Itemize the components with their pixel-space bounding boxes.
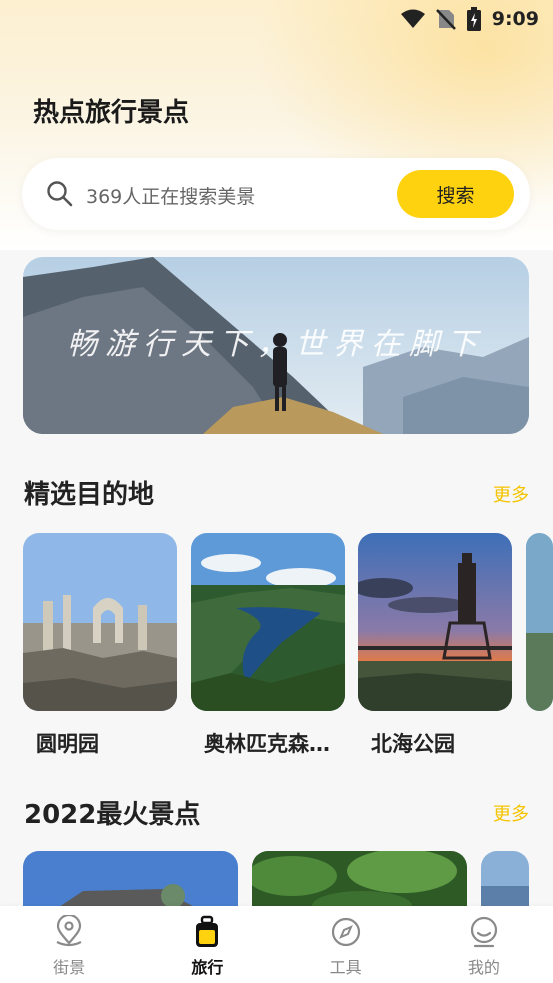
nav-label: 我的 [467, 958, 500, 977]
hot-spot-image [481, 851, 529, 911]
hot-section-title: 2022最火景点 [24, 800, 201, 830]
destination-card-olympic-forest[interactable] [191, 533, 345, 711]
search-bar[interactable]: 369人正在搜索美景 搜索 [22, 158, 530, 230]
destination-card-yuanmingyuan[interactable] [23, 533, 177, 711]
bottom-navigation: 街景 旅行 工具 我的 [0, 906, 553, 983]
hot-spot-card-partial[interactable] [481, 851, 529, 911]
compass-icon [331, 917, 360, 947]
status-time: 9:09 [491, 8, 539, 30]
featured-section-title: 精选目的地 [24, 480, 155, 510]
destination-name: 奥林匹克森林公园 [204, 732, 344, 756]
hot-spot-image [252, 851, 467, 911]
destination-card-beihai[interactable] [358, 533, 512, 711]
hot-spot-card[interactable] [23, 851, 238, 911]
status-bar: 9:09 [0, 0, 553, 38]
nav-item-streetview[interactable]: 街景 [0, 906, 138, 983]
no-sim-icon [435, 9, 456, 30]
featured-more-link[interactable]: 更多 [493, 481, 529, 507]
nav-item-tools[interactable]: 工具 [277, 906, 415, 983]
suitcase-icon [196, 915, 219, 947]
destination-image [358, 533, 512, 711]
destination-name: 北海公园 [371, 732, 455, 756]
banner-slogan: 畅游行天下，世界在脚下 [67, 327, 485, 362]
search-button[interactable]: 搜索 [397, 170, 514, 218]
hero-banner[interactable]: 畅游行天下，世界在脚下 [23, 257, 529, 434]
destination-image [23, 533, 177, 711]
destination-name: 圆明园 [36, 732, 99, 756]
destination-card-partial[interactable] [526, 533, 553, 711]
nav-label: 工具 [329, 958, 362, 977]
nav-item-travel[interactable]: 旅行 [138, 906, 276, 983]
page-title: 热点旅行景点 [33, 98, 190, 128]
nav-label: 街景 [53, 958, 86, 977]
hot-spot-image [23, 851, 238, 911]
search-icon [47, 181, 73, 207]
hot-spot-card[interactable] [252, 851, 467, 911]
battery-charging-icon [466, 7, 481, 31]
profile-icon [470, 916, 497, 948]
destination-image [191, 533, 345, 711]
destination-image [526, 533, 553, 711]
search-input[interactable]: 369人正在搜索美景 [86, 182, 255, 209]
hot-more-link[interactable]: 更多 [493, 800, 529, 826]
wifi-icon [400, 9, 425, 28]
location-pin-icon [56, 915, 82, 947]
nav-label: 旅行 [191, 958, 224, 977]
nav-item-mine[interactable]: 我的 [415, 906, 553, 983]
